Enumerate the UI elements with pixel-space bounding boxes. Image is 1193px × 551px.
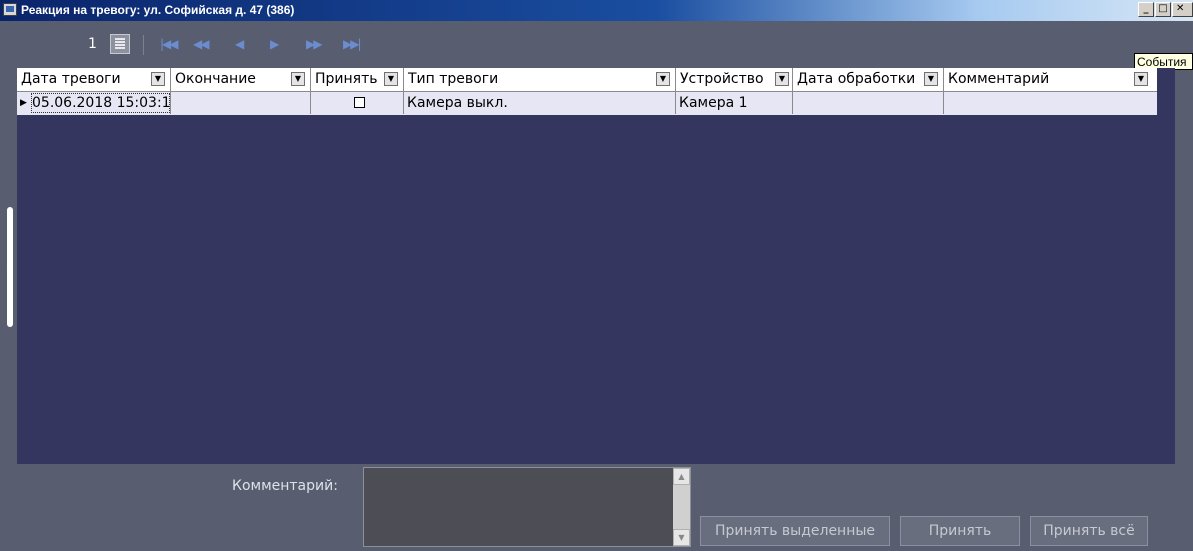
grid-header: Дата тревоги ▼ Окончание ▼ Принять ▼ Тип… [17, 68, 1157, 91]
cell-accept[interactable] [311, 92, 404, 114]
column-header-accept[interactable]: Принять ▼ [311, 68, 404, 91]
window-title: Реакция на тревогу: ул. Софийская д. 47 … [21, 3, 295, 17]
filter-dropdown-icon[interactable]: ▼ [384, 72, 398, 86]
filter-dropdown-icon[interactable]: ▼ [291, 72, 305, 86]
column-label: Тип тревоги [408, 71, 499, 87]
column-label: Дата обработки [797, 71, 916, 87]
row-indicator-icon: ▶ [20, 98, 27, 108]
column-header-alarm-type[interactable]: Тип тревоги [404, 68, 676, 91]
cell-end[interactable] [171, 92, 311, 114]
accept-selected-button[interactable]: Принять выделенные [700, 516, 890, 546]
cell-alarm-date[interactable]: 05.06.2018 15:03:12 [30, 92, 171, 114]
filter-dropdown-icon[interactable]: ▼ [924, 72, 938, 86]
nav-next-icon[interactable]: ▶ [270, 36, 279, 52]
app-icon [3, 3, 17, 16]
cell-comment[interactable] [944, 92, 1157, 114]
comment-textarea[interactable]: ▲ ▼ [363, 467, 691, 547]
scroll-down-button[interactable]: ▼ [673, 529, 690, 546]
column-label: Комментарий [948, 71, 1050, 87]
column-label: Устройство [680, 71, 764, 87]
accept-checkbox[interactable] [354, 97, 365, 108]
accept-all-button[interactable]: Принять всё [1030, 516, 1148, 546]
navigation-toolbar: 1 |◀◀ ◀◀ ◀ ▶ ▶▶ ▶▶| События [0, 21, 1193, 70]
cell-processed-date[interactable] [793, 92, 944, 114]
column-header-alarm-date[interactable]: Дата тревоги ▼ [17, 68, 171, 91]
cell-alarm-type[interactable]: Камера выкл. [404, 92, 676, 114]
minimize-button[interactable]: _ [1138, 2, 1154, 17]
column-label: Дата тревоги [21, 71, 121, 87]
column-label: Принять [315, 71, 378, 87]
grid-toggle-icon[interactable] [110, 34, 130, 54]
nav-next-page-icon[interactable]: ▶▶ [306, 36, 323, 52]
page-number: 1 [88, 36, 97, 52]
splitter-arrow-icon[interactable]: › [6, 262, 10, 273]
filter-dropdown-icon[interactable]: ▼ [1134, 72, 1148, 86]
maximize-button[interactable]: □ [1155, 2, 1171, 17]
comment-scrollbar[interactable]: ▲ ▼ [673, 468, 690, 546]
accept-button[interactable]: Принять [900, 516, 1020, 546]
scroll-up-button[interactable]: ▲ [673, 468, 690, 485]
toolbar-separator [143, 35, 144, 55]
column-header-processed-date[interactable]: Дата обработки ▼ [793, 68, 944, 91]
filter-dropdown-icon[interactable]: ▼ [151, 72, 165, 86]
close-button[interactable]: ✕ [1172, 2, 1193, 17]
nav-prev-icon[interactable]: ◀ [235, 36, 244, 52]
column-header-end[interactable]: Окончание [171, 68, 311, 91]
bottom-panel: Комментарий: ▲ ▼ Принять выделенные Прин… [0, 464, 1193, 551]
column-label: Окончание [175, 71, 256, 87]
alarms-grid: Дата тревоги ▼ Окончание ▼ Принять ▼ Тип… [17, 68, 1175, 464]
filter-dropdown-icon[interactable]: ▼ [656, 72, 670, 86]
nav-prev-page-icon[interactable]: ◀◀ [193, 36, 210, 52]
comment-label: Комментарий: [232, 478, 338, 494]
cell-device[interactable]: Камера 1 [676, 92, 793, 114]
alarm-response-window: Реакция на тревогу: ул. Софийская д. 47 … [0, 0, 1193, 551]
nav-first-icon[interactable]: |◀◀ [160, 36, 178, 52]
column-header-device[interactable]: Устройство ▼ [676, 68, 793, 91]
title-bar[interactable]: Реакция на тревогу: ул. Софийская д. 47 … [0, 0, 1193, 21]
filter-dropdown-icon[interactable]: ▼ [775, 72, 789, 86]
nav-last-icon[interactable]: ▶▶| [343, 36, 361, 52]
table-row[interactable]: ▶ 05.06.2018 15:03:12 Камера выкл. Камер… [17, 91, 1157, 115]
column-header-comment[interactable]: Комментарий ▼ [944, 68, 1157, 91]
